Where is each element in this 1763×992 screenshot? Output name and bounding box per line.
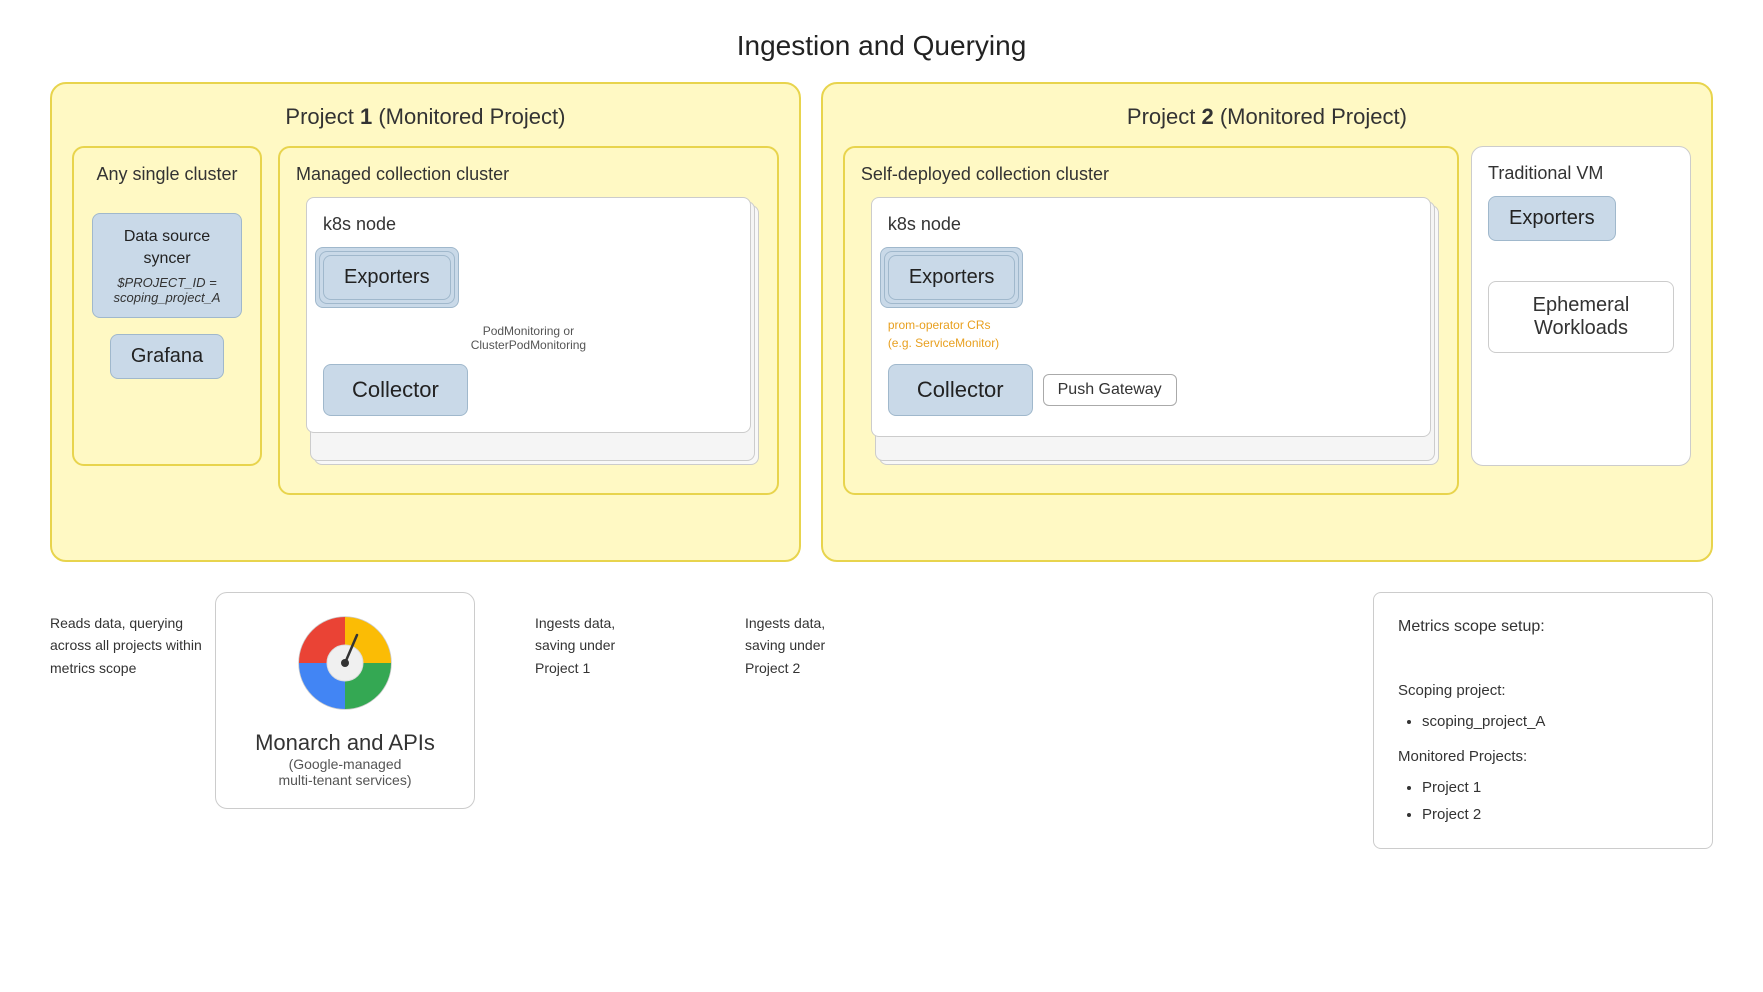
reads-data-text: Reads data, querying across all projects… <box>50 592 205 679</box>
managed-collection-cluster-box: Managed collection cluster k8s node <box>278 146 779 495</box>
monarch-wheel-icon <box>295 613 395 713</box>
ingests-text-2: Ingests data,saving underProject 2 <box>745 612 875 679</box>
ephemeral-workloads-box: EphemeralWorkloads <box>1488 281 1674 353</box>
collector-label-p1: Collector <box>352 377 439 402</box>
managed-collection-title: Managed collection cluster <box>296 164 761 185</box>
collector-box-p1: Collector <box>323 364 468 416</box>
traditional-vm-title: Traditional VM <box>1488 163 1674 184</box>
k8s-node-stack-p1: k8s node Exporters <box>306 197 751 457</box>
scoping-project-label: Scoping project: scoping_project_A <box>1398 677 1688 735</box>
push-gateway-label: Push Gateway <box>1058 381 1162 398</box>
k8s-node-card-p1: k8s node Exporters <box>306 197 751 433</box>
monitored-project-2: Project 2 <box>1422 801 1688 828</box>
monitored-projects-label: Monitored Projects: Project 1 Project 2 <box>1398 743 1688 828</box>
pod-monitoring-label: PodMonitoring orClusterPodMonitoring <box>323 324 734 352</box>
data-source-sub: $PROJECT_ID =scoping_project_A <box>105 275 229 305</box>
data-source-syncer-box: Data sourcesyncer $PROJECT_ID =scoping_p… <box>92 213 242 318</box>
project2-box: Project 2 (Monitored Project) Self-deplo… <box>821 82 1713 562</box>
project2-title: Project 2 (Monitored Project) <box>843 104 1691 130</box>
k8s-node-card-p2: k8s node Exporters <box>871 197 1431 437</box>
any-single-cluster-title: Any single cluster <box>96 164 237 185</box>
project1-box: Project 1 (Monitored Project) Any single… <box>50 82 801 562</box>
k8s-node-title-p1: k8s node <box>323 214 734 235</box>
exporters-label-vm: Exporters <box>1509 207 1595 229</box>
monarch-box: Monarch and APIs (Google-managedmulti-te… <box>215 592 475 809</box>
exporters-box-vm: Exporters <box>1488 196 1616 241</box>
metrics-scope-box: Metrics scope setup: Scoping project: sc… <box>1373 592 1713 849</box>
exporters-box-p1: Exporters <box>323 255 451 300</box>
any-single-cluster-box: Any single cluster Data sourcesyncer $PR… <box>72 146 262 466</box>
project1-title: Project 1 (Monitored Project) <box>72 104 779 130</box>
collector-push-gateway-row: Collector Push Gateway <box>888 364 1414 416</box>
k8s-node-title-p2: k8s node <box>888 214 1414 235</box>
page-wrapper: Ingestion and Querying Project 1 (Monito… <box>0 0 1763 992</box>
self-deployed-cluster-box: Self-deployed collection cluster k8s nod… <box>843 146 1459 495</box>
push-gateway-box: Push Gateway <box>1043 374 1177 406</box>
exporters-box-p2: Exporters <box>888 255 1016 300</box>
prom-operator-label: prom-operator CRs(e.g. ServiceMonitor) <box>888 318 999 350</box>
metrics-scope-title: Metrics scope setup: <box>1398 613 1688 642</box>
exporters-label-p2: Exporters <box>909 266 995 288</box>
ingests-text-1: Ingests data,saving underProject 1 <box>535 612 665 679</box>
grafana-box: Grafana <box>110 334 224 379</box>
collector-box-p2: Collector <box>888 364 1033 416</box>
grafana-label: Grafana <box>131 345 203 367</box>
monarch-title: Monarch and APIs <box>236 730 454 756</box>
monarch-subtitle: (Google-managedmulti-tenant services) <box>236 756 454 788</box>
self-deployed-title: Self-deployed collection cluster <box>861 164 1441 185</box>
exporters-label-p1: Exporters <box>344 266 430 288</box>
collector-label-p2: Collector <box>917 377 1004 402</box>
ephemeral-label: EphemeralWorkloads <box>1533 294 1630 339</box>
page-title: Ingestion and Querying <box>0 0 1763 82</box>
traditional-vm-box: Traditional VM Exporters EphemeralWorklo… <box>1471 146 1691 466</box>
monitored-project-1: Project 1 <box>1422 774 1688 801</box>
data-source-text: Data sourcesyncer <box>105 226 229 271</box>
scoping-project-value: scoping_project_A <box>1422 708 1688 735</box>
